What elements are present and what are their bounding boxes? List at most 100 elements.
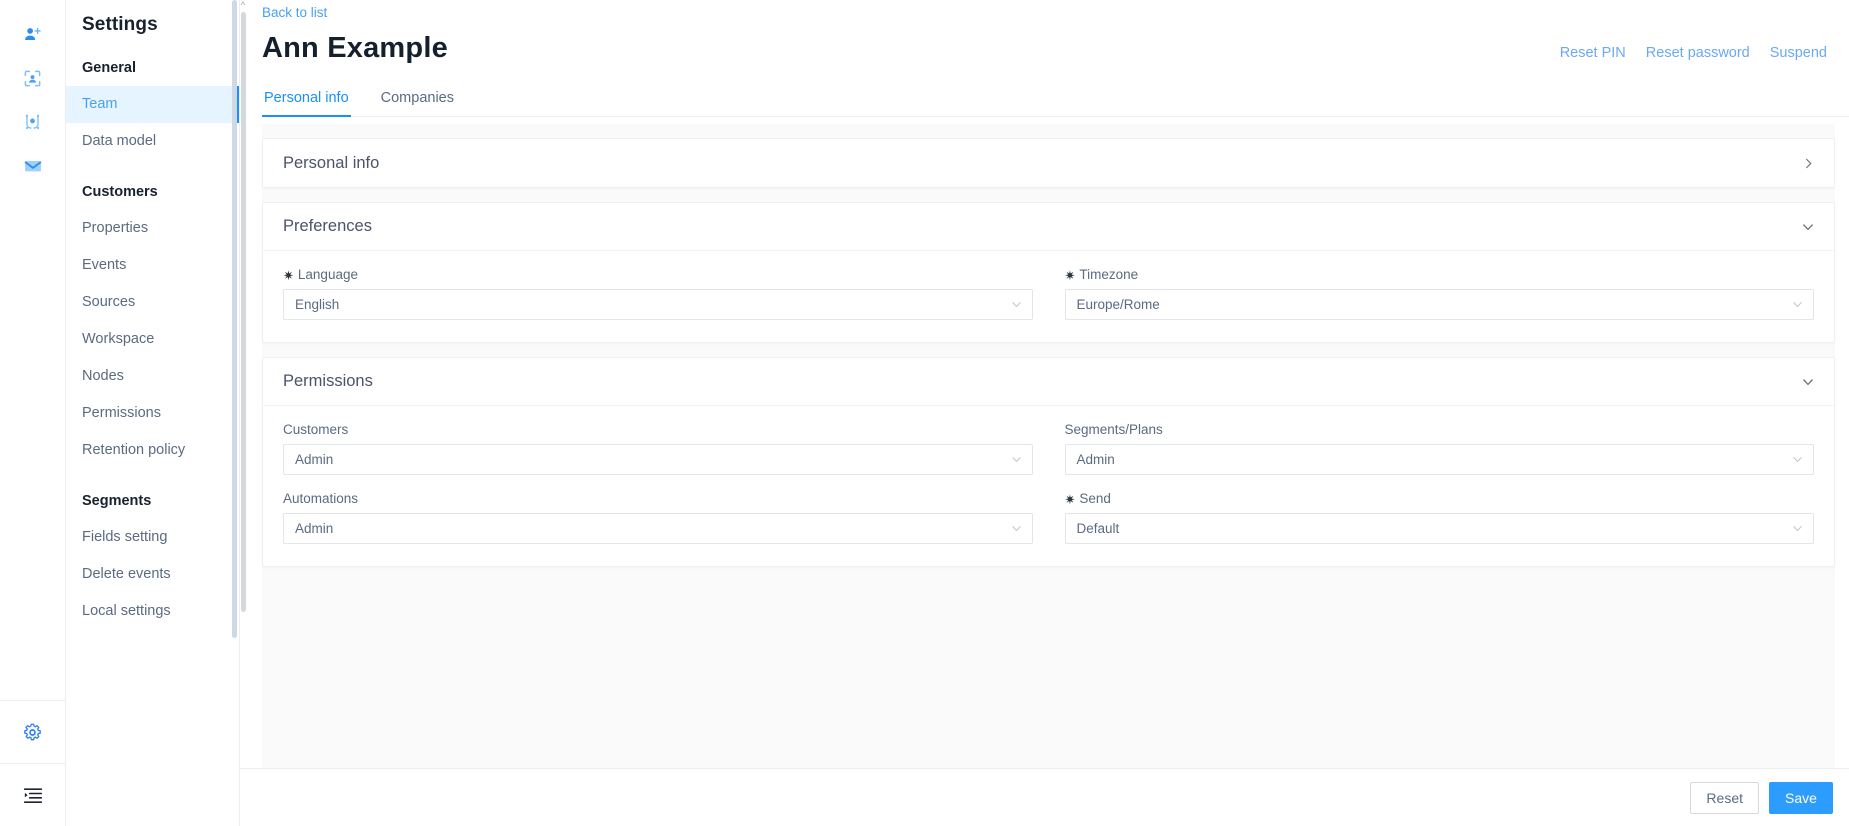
sidebar-item-team[interactable]: Team [66, 86, 239, 123]
page-scrollbar-thumb[interactable] [241, 12, 246, 612]
chevron-down-icon [1011, 523, 1022, 534]
sidebar-section-segments: Segments Fields setting Delete events Lo… [66, 469, 239, 630]
main-scroll-area: Back to list Ann Example Reset PIN Reset… [240, 0, 1849, 768]
sidebar-title: Settings [82, 14, 158, 35]
chevron-down-icon [1792, 454, 1803, 465]
sidebar-item-retention-policy[interactable]: Retention policy [66, 432, 239, 469]
field-label-text: Customers [283, 422, 349, 437]
panel-preferences: Preferences ✷ Language English ✷ Timezon… [262, 202, 1835, 343]
panel-title: Personal info [283, 153, 380, 172]
chevron-down-icon [1011, 454, 1022, 465]
sidebar-item-permissions[interactable]: Permissions [66, 395, 239, 432]
field-label-text: Language [297, 267, 358, 282]
field-send: ✷ Send Default [1064, 491, 1815, 544]
required-marker: ✷ [1064, 268, 1076, 283]
field-automations: Automations Admin [283, 491, 1033, 544]
segments-plans-permission-select[interactable]: Admin [1064, 444, 1814, 475]
content-region: Personal info Preferences ✷ Language Eng… [262, 124, 1835, 768]
field-label-text: Send [1079, 491, 1111, 506]
send-permission-select[interactable]: Default [1064, 513, 1814, 544]
field-send-label: ✷ Send [1065, 491, 1815, 506]
customers-permission-value: Admin [295, 452, 334, 467]
panel-personal-info-header[interactable]: Personal info [263, 139, 1834, 187]
field-segments-plans: Segments/Plans Admin [1064, 422, 1815, 475]
timezone-select[interactable]: Europe/Rome [1064, 289, 1814, 320]
panel-permissions-header[interactable]: Permissions [263, 358, 1834, 406]
panel-title: Preferences [283, 217, 372, 235]
icon-rail-bottom-group [0, 700, 65, 826]
tab-companies[interactable]: Companies [379, 90, 456, 116]
form-footer: Reset Save [240, 768, 1849, 826]
required-marker: ✷ [283, 268, 294, 283]
settings-sidebar-inner: Settings General Team Data model Custome… [66, 0, 239, 630]
automations-permission-value: Admin [295, 521, 334, 536]
sidebar-item-properties[interactable]: Properties [66, 210, 239, 247]
field-automations-label: Automations [283, 491, 1033, 506]
sidebar-item-sources[interactable]: Sources [66, 284, 239, 321]
page-scrollbar[interactable]: ^ [240, 0, 246, 826]
page-title: Ann Example [262, 32, 448, 64]
field-timezone-label: ✷ Timezone [1065, 267, 1815, 282]
chevron-right-icon[interactable] [1803, 158, 1814, 169]
segments-plans-permission-value: Admin [1076, 452, 1115, 467]
back-to-list-link[interactable]: Back to list [262, 5, 327, 20]
field-label-text: Segments/Plans [1064, 422, 1163, 437]
panel-preferences-header[interactable]: Preferences [263, 203, 1834, 251]
panel-personal-info: Personal info [262, 138, 1835, 188]
chevron-down-icon [1792, 523, 1803, 534]
chevron-down-icon [1792, 299, 1803, 310]
sidebar-item-nodes[interactable]: Nodes [66, 358, 239, 395]
panel-permissions-body: Customers Admin Segments/Plans Admin Aut… [263, 406, 1834, 566]
chevron-down-icon[interactable] [1802, 376, 1814, 388]
field-label-text: Timezone [1079, 267, 1139, 282]
tab-bar: Personal info Companies [262, 90, 1849, 117]
field-timezone: ✷ Timezone Europe/Rome [1064, 267, 1815, 320]
sidebar-item-fields-setting[interactable]: Fields setting [66, 519, 239, 556]
sidebar-scrollbar[interactable] [232, 0, 237, 638]
suspend-link[interactable]: Suspend [1770, 45, 1827, 61]
sidebar-item-events[interactable]: Events [66, 247, 239, 284]
app-root: Settings General Team Data model Custome… [0, 0, 1849, 826]
sidebar-item-local-settings[interactable]: Local settings [66, 593, 239, 630]
settings-sidebar: Settings General Team Data model Custome… [66, 0, 240, 826]
automations-permission-select[interactable]: Admin [283, 513, 1033, 544]
panel-permissions: Permissions Customers Admin Segments/Pla… [262, 357, 1835, 567]
collapse-list-icon[interactable] [0, 764, 66, 826]
icon-rail-top-group [10, 0, 56, 188]
sidebar-group-label: Segments [82, 493, 152, 509]
sidebar-item-delete-events[interactable]: Delete events [66, 556, 239, 593]
permissions-field-grid: Customers Admin Segments/Plans Admin Aut… [283, 422, 1814, 544]
send-permission-value: Default [1076, 521, 1120, 536]
customers-permission-select[interactable]: Admin [283, 444, 1033, 475]
sidebar-item-data-model[interactable]: Data model [66, 123, 239, 160]
header-actions: Reset PIN Reset password Suspend [1560, 45, 1827, 61]
gear-icon[interactable] [0, 701, 66, 763]
chevron-down-icon [1011, 299, 1022, 310]
sidebar-group-label: Customers [82, 184, 158, 200]
sidebar-group-label: General [82, 60, 136, 76]
language-select[interactable]: English [283, 289, 1033, 320]
reset-pin-link[interactable]: Reset PIN [1560, 45, 1626, 61]
add-user-icon[interactable] [10, 12, 56, 56]
save-button[interactable]: Save [1769, 781, 1833, 814]
main-area: ^ Back to list Ann Example Reset PIN Res… [240, 0, 1849, 826]
field-language: ✷ Language English [283, 267, 1033, 320]
scroll-up-caret-icon[interactable]: ^ [240, 0, 247, 10]
language-select-value: English [295, 297, 340, 312]
field-segments-plans-label: Segments/Plans [1065, 422, 1815, 437]
sidebar-section-customers: Customers Properties Events Sources Work… [66, 160, 239, 469]
reset-button[interactable]: Reset [1690, 781, 1759, 814]
icon-rail [0, 0, 66, 826]
field-customers: Customers Admin [283, 422, 1033, 475]
chevron-down-icon[interactable] [1802, 221, 1814, 233]
sidebar-item-workspace[interactable]: Workspace [66, 321, 239, 358]
field-label-text: Automations [283, 491, 359, 506]
identify-user-icon[interactable] [10, 56, 56, 100]
node-flow-icon[interactable] [10, 100, 56, 144]
reset-password-link[interactable]: Reset password [1646, 45, 1750, 61]
mail-icon[interactable] [10, 144, 56, 188]
tab-personal-info[interactable]: Personal info [262, 90, 351, 117]
field-language-label: ✷ Language [283, 267, 1033, 282]
field-customers-label: Customers [283, 422, 1033, 437]
panel-preferences-body: ✷ Language English ✷ Timezone Europe/Rom… [263, 251, 1834, 342]
